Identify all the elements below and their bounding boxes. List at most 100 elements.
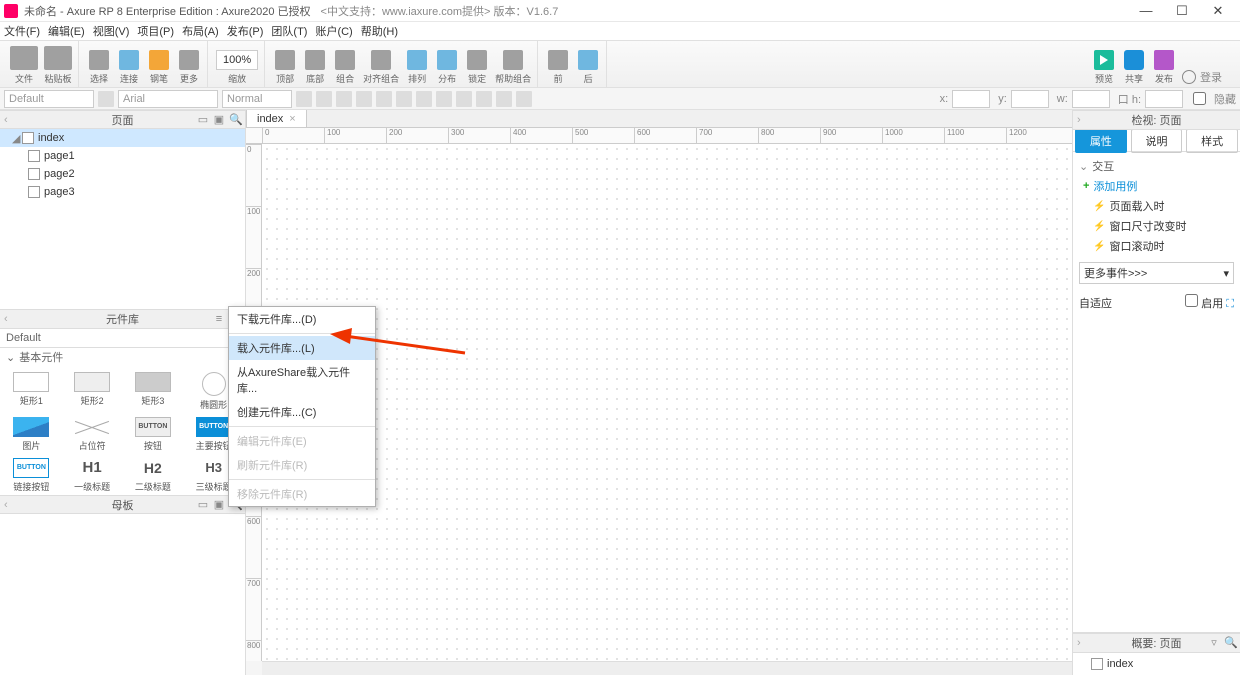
enable-adaptive-checkbox[interactable]: [1185, 294, 1198, 307]
widgets-collapse-icon[interactable]: ‹: [4, 313, 8, 325]
h-input[interactable]: [1145, 90, 1183, 108]
widget-button[interactable]: BUTTON按钮: [124, 415, 183, 454]
align-top-button[interactable]: 顶部: [273, 50, 297, 85]
tab-index[interactable]: index ×: [246, 110, 307, 127]
preview-button[interactable]: 预览: [1092, 50, 1116, 85]
widget-image[interactable]: 图片: [2, 415, 61, 454]
login-button[interactable]: 登录: [1182, 69, 1230, 85]
align-left-icon[interactable]: [476, 91, 492, 107]
arrange-button[interactable]: 排列: [405, 50, 429, 85]
outline-collapse-icon[interactable]: ›: [1077, 637, 1081, 649]
library-menu-icon[interactable]: ≡: [213, 313, 225, 325]
add-case-button[interactable]: +添加用例: [1079, 176, 1234, 196]
more-tools[interactable]: 更多: [177, 50, 201, 85]
pen-tool[interactable]: 钢笔: [147, 50, 171, 85]
pages-collapse-icon[interactable]: ‹: [4, 114, 8, 126]
fill-color-icon[interactable]: [396, 91, 412, 107]
italic-icon[interactable]: [336, 91, 352, 107]
tab-style[interactable]: 样式: [1186, 129, 1238, 153]
font-weight-select[interactable]: Normal: [222, 90, 292, 108]
menu-help[interactable]: 帮助(H): [361, 23, 398, 39]
publish-button[interactable]: 发布: [1152, 50, 1176, 85]
masters-collapse-icon[interactable]: ‹: [4, 499, 8, 511]
distribute-button[interactable]: 分布: [435, 50, 459, 85]
ctx-load-library[interactable]: 载入元件库...(L): [229, 336, 375, 360]
border-width-icon[interactable]: [436, 91, 452, 107]
share-button[interactable]: 共享: [1122, 50, 1146, 85]
zoom-control[interactable]: 100% 缩放: [216, 50, 258, 85]
widget-rect1[interactable]: 矩形1: [2, 370, 61, 413]
help-group-button[interactable]: 帮助组合: [495, 50, 531, 85]
select-tool[interactable]: 选择: [87, 50, 111, 85]
hidden-checkbox[interactable]: [1193, 92, 1206, 105]
horizontal-scrollbar[interactable]: [262, 661, 1072, 675]
lock-button[interactable]: 锁定: [465, 50, 489, 85]
widget-rect2[interactable]: 矩形2: [63, 370, 122, 413]
page-node-page1[interactable]: page1: [0, 147, 245, 165]
menu-arrange[interactable]: 布局(A): [182, 23, 219, 39]
align-bottom-button[interactable]: 底部: [303, 50, 327, 85]
search-pages-icon[interactable]: 🔍: [229, 114, 241, 126]
adaptive-settings-icon[interactable]: ⛶: [1226, 298, 1234, 310]
align-center-icon[interactable]: [496, 91, 512, 107]
widget-link-button[interactable]: BUTTON链接按钮: [2, 456, 61, 495]
widget-section-basic[interactable]: ⌄基本元件: [0, 348, 245, 365]
add-master-icon[interactable]: ▭: [197, 499, 209, 511]
event-page-load[interactable]: ⚡页面载入时: [1079, 196, 1234, 216]
widget-h2[interactable]: H2二级标题: [124, 456, 183, 495]
ctx-create-library[interactable]: 创建元件库...(C): [229, 400, 375, 424]
canvas[interactable]: [262, 144, 1072, 661]
menu-view[interactable]: 视图(V): [93, 23, 130, 39]
send-back-button[interactable]: 后: [576, 50, 600, 85]
event-window-resize[interactable]: ⚡窗口尺寸改变时: [1079, 216, 1234, 236]
group-button[interactable]: 组合: [333, 50, 357, 85]
menu-publish[interactable]: 发布(P): [227, 23, 264, 39]
style-icon[interactable]: [98, 91, 114, 107]
page-node-page3[interactable]: page3: [0, 183, 245, 201]
page-node-page2[interactable]: page2: [0, 165, 245, 183]
x-input[interactable]: [952, 90, 990, 108]
tab-properties[interactable]: 属性: [1075, 129, 1127, 153]
ruler-horizontal[interactable]: 0100200300400500600700800900100011001200: [246, 128, 1072, 144]
interactions-section[interactable]: ⌄交互: [1079, 156, 1234, 176]
menu-team[interactable]: 团队(T): [271, 23, 307, 39]
outline-item-index[interactable]: index: [1079, 655, 1234, 673]
file-button[interactable]: 文件: [10, 46, 38, 85]
menu-account[interactable]: 账户(C): [315, 23, 352, 39]
align-group-button[interactable]: 对齐组合: [363, 50, 399, 85]
add-page-icon[interactable]: ▭: [197, 114, 209, 126]
close-window-button[interactable]: ✕: [1200, 3, 1236, 19]
maximize-button[interactable]: ☐: [1164, 3, 1200, 19]
menu-edit[interactable]: 编辑(E): [48, 23, 85, 39]
connect-tool[interactable]: 连接: [117, 50, 141, 85]
tab-notes[interactable]: 说明: [1131, 129, 1183, 153]
zoom-value[interactable]: 100%: [216, 50, 258, 70]
tree-caret-icon[interactable]: ◢: [12, 132, 22, 145]
align-right-icon[interactable]: [516, 91, 532, 107]
outline-filter-icon[interactable]: ▿: [1208, 637, 1220, 649]
style-preset-select[interactable]: Default: [4, 90, 94, 108]
clipboard-button[interactable]: 粘贴板: [44, 46, 72, 85]
add-folder-icon[interactable]: ▣: [213, 114, 225, 126]
inspector-collapse-icon[interactable]: ›: [1077, 114, 1081, 126]
font-select[interactable]: Arial: [118, 90, 218, 108]
menu-file[interactable]: 文件(F): [4, 23, 40, 39]
widget-h1[interactable]: H1一级标题: [63, 456, 122, 495]
text-color-icon[interactable]: [376, 91, 392, 107]
minimize-button[interactable]: —: [1128, 3, 1164, 18]
page-node-index[interactable]: ◢ index: [0, 129, 245, 147]
border-style-icon[interactable]: [456, 91, 472, 107]
font-size-icon[interactable]: [296, 91, 312, 107]
widget-placeholder[interactable]: 占位符: [63, 415, 122, 454]
menu-project[interactable]: 项目(P): [137, 23, 174, 39]
more-events-select[interactable]: 更多事件>>>▾: [1079, 262, 1234, 284]
bring-front-button[interactable]: 前: [546, 50, 570, 85]
outline-search-icon[interactable]: 🔍: [1224, 637, 1236, 649]
library-select[interactable]: Default: [0, 329, 245, 348]
add-master-folder-icon[interactable]: ▣: [213, 499, 225, 511]
y-input[interactable]: [1011, 90, 1049, 108]
underline-icon[interactable]: [356, 91, 372, 107]
event-window-scroll[interactable]: ⚡窗口滚动时: [1079, 236, 1234, 256]
widget-rect3[interactable]: 矩形3: [124, 370, 183, 413]
bold-icon[interactable]: [316, 91, 332, 107]
